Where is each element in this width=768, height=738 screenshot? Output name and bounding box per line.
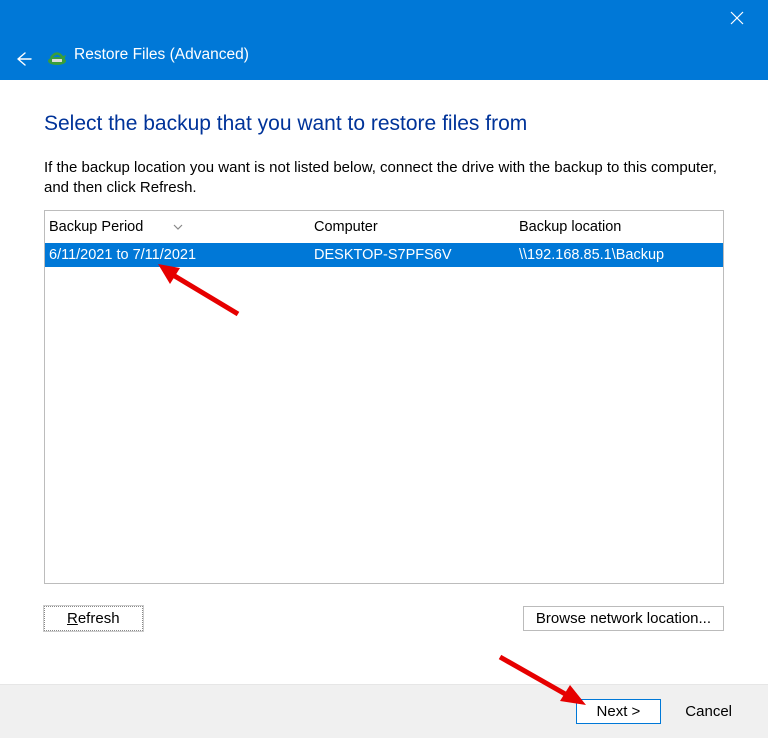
restore-files-icon	[46, 46, 68, 68]
content-area: Select the backup that you want to resto…	[0, 80, 768, 584]
grid-header[interactable]: Backup Period Computer Backup location	[45, 211, 723, 243]
titlebar: Restore Files (Advanced)	[0, 0, 768, 80]
chevron-down-icon	[173, 222, 183, 233]
column-header-period[interactable]: Backup Period	[45, 219, 310, 235]
refresh-label-underline: R	[67, 610, 78, 627]
next-button[interactable]: Next >	[576, 699, 662, 724]
cell-period: 6/11/2021 to 7/11/2021	[45, 247, 310, 263]
refresh-button[interactable]: Refresh	[44, 606, 143, 631]
footer-bar: Next > Cancel	[0, 684, 768, 738]
backup-list: Backup Period Computer Backup location 6…	[44, 210, 724, 584]
column-header-period-label: Backup Period	[49, 219, 143, 235]
close-icon[interactable]	[722, 6, 752, 33]
browse-network-button[interactable]: Browse network location...	[523, 606, 724, 631]
window-title: Restore Files (Advanced)	[74, 46, 249, 64]
column-header-location[interactable]: Backup location	[515, 219, 723, 235]
mid-button-row: Refresh Browse network location...	[0, 606, 768, 631]
cell-computer: DESKTOP-S7PFS6V	[310, 247, 515, 263]
column-header-computer[interactable]: Computer	[310, 219, 515, 235]
cancel-button[interactable]: Cancel	[669, 700, 748, 723]
instructions-text: If the backup location you want is not l…	[44, 158, 724, 199]
refresh-label-rest: efresh	[78, 610, 120, 627]
cell-location: \\192.168.85.1\Backup	[515, 247, 723, 263]
page-heading: Select the backup that you want to resto…	[44, 112, 724, 136]
back-arrow-icon[interactable]	[12, 48, 34, 70]
table-row[interactable]: 6/11/2021 to 7/11/2021 DESKTOP-S7PFS6V \…	[45, 243, 723, 267]
